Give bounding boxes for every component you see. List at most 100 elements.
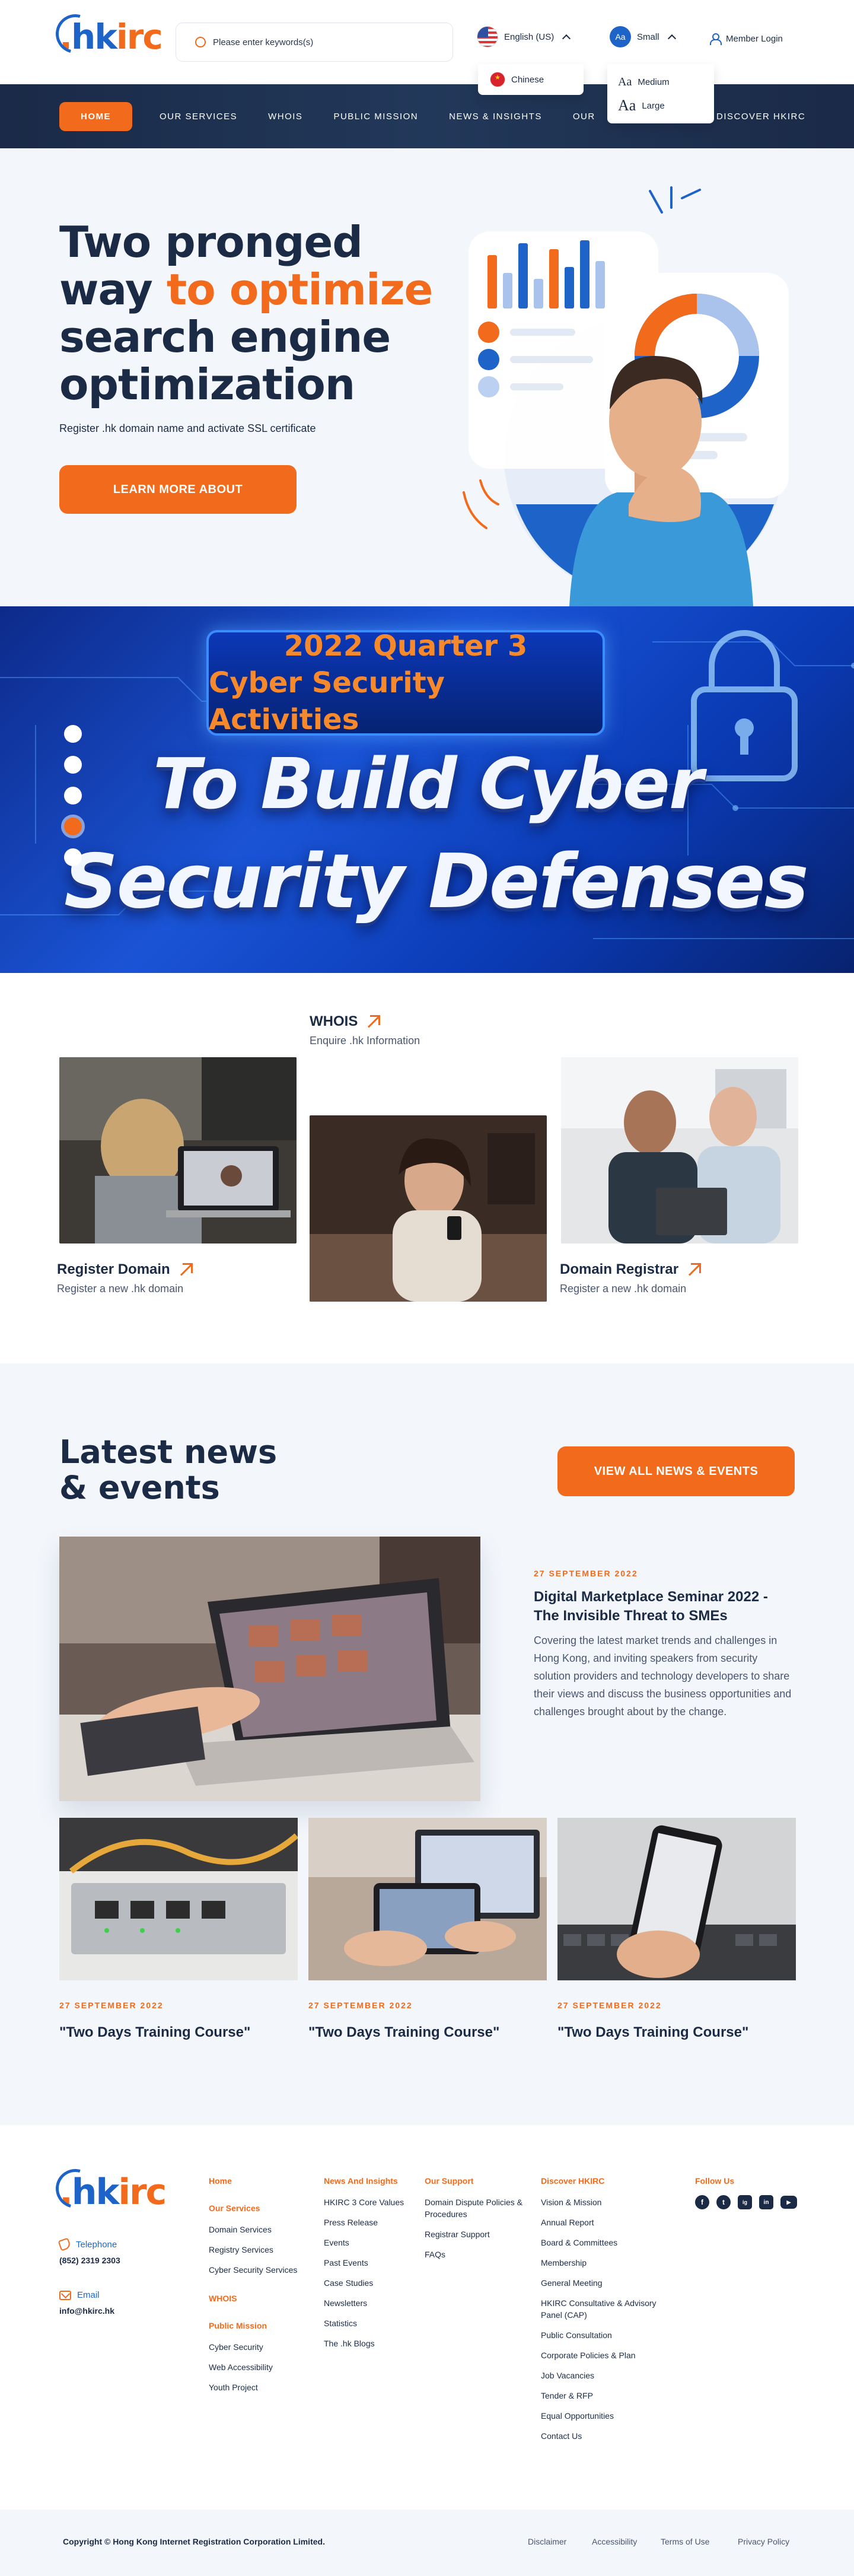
footer-link[interactable]: Statistics [324,2317,419,2329]
hkirc-logo[interactable]: . hk irc [48,7,163,61]
footer-link[interactable]: Press Release [324,2216,419,2228]
footer-head-our-support[interactable]: Our Support [425,2176,531,2186]
footer-link[interactable]: Corporate Policies & Plan [541,2349,677,2361]
twitter-icon[interactable]: t [716,2195,731,2209]
search-input[interactable] [213,37,438,47]
footer-link[interactable]: Youth Project [209,2381,316,2393]
member-login-link[interactable]: Member Login [709,33,783,45]
footer-link[interactable]: The .hk Blogs [324,2338,419,2349]
footer-link[interactable]: Annual Report [541,2216,677,2228]
footer-link[interactable]: Contact Us [541,2430,677,2442]
disclaimer-link[interactable]: Disclaimer [528,2537,566,2546]
banner-quarter-line1: 2022 Quarter 3 [283,629,528,663]
footer-logo[interactable]: . hk irc [48,2161,167,2216]
domain-registrar-photo[interactable] [561,1057,798,1244]
featured-news-title[interactable]: Digital Marketplace Seminar 2022 - The I… [534,1588,795,1626]
view-all-news-button[interactable]: VIEW ALL NEWS & EVENTS [557,1446,795,1496]
footer-link[interactable]: Cyber Security [209,2341,316,2353]
footer-link[interactable]: Cyber Security Services [209,2264,316,2276]
footer-link[interactable]: Registry Services [209,2244,316,2256]
footer-link[interactable]: FAQs [425,2249,531,2260]
banner-dot-2[interactable] [64,756,82,774]
news-card-2[interactable]: 27 SEPTEMBER 2022 "Two Days Training Cou… [308,1818,547,2041]
font-size-option-medium[interactable]: Aa Medium [618,70,703,94]
mail-icon [59,2290,71,2300]
banner-quarter-line2: Cyber Security Activities [209,666,445,736]
footer-link[interactable]: Web Accessibility [209,2361,316,2373]
register-domain-photo[interactable] [59,1057,297,1244]
service-register-domain[interactable]: Register Domain Register a new .hk domai… [57,1261,193,1295]
cyber-security-banner[interactable]: 2022 Quarter 3 Cyber Security Activities… [0,606,854,973]
instagram-icon[interactable]: ig [738,2195,752,2209]
banner-dot-4[interactable] [64,818,82,835]
learn-more-button[interactable]: LEARN MORE ABOUT [59,465,297,514]
footer-link[interactable]: Vision & Mission [541,2196,677,2208]
hero-title-line3: search engine [59,312,391,362]
footer-link[interactable]: Board & Committees [541,2237,677,2249]
footer-head-news-insights[interactable]: News And Insights [324,2176,419,2186]
footer-head-whois[interactable]: WHOIS [209,2294,316,2303]
footer-link[interactable]: Past Events [324,2257,419,2269]
top-header: . hk irc English (US) Chinese Aa Small A… [0,0,854,123]
service-whois[interactable]: WHOIS Enquire .hk Information [310,1013,420,1047]
footer-link[interactable]: Registrar Support [425,2228,531,2240]
nav-our-services[interactable]: Our Services [160,112,237,122]
hero-subtitle: Register .hk domain name and activate SS… [59,422,316,434]
language-dropdown: Chinese [478,64,584,95]
footer-link[interactable]: Domain Services [209,2224,316,2235]
youtube-icon[interactable]: ▶ [780,2196,797,2209]
member-login-label: Member Login [726,33,783,44]
email-value[interactable]: info@hkirc.hk [59,2306,114,2316]
banner-dot-3[interactable] [64,787,82,804]
facebook-icon[interactable]: f [695,2195,709,2209]
footer-link[interactable]: Newsletters [324,2297,419,2309]
nav-whois[interactable]: WHOIS [268,112,302,122]
nav-home[interactable]: Home [59,101,132,131]
quarter-box: 2022 Quarter 3 Cyber Security Activities [206,629,605,736]
font-size-option-large[interactable]: Aa Large [618,94,703,117]
nav-our-support[interactable]: Our [573,112,595,122]
telephone-value[interactable]: (852) 2319 2303 [59,2256,120,2265]
footer-link[interactable]: Membership [541,2257,677,2269]
service-domain-registrar[interactable]: Domain Registrar Register a new .hk doma… [560,1261,702,1295]
language-current: English (US) [504,31,555,42]
footer-link[interactable]: Domain Dispute Policies & Procedures [425,2196,531,2220]
footer-link[interactable]: Events [324,2237,419,2249]
news-card-3[interactable]: 27 SEPTEMBER 2022 "Two Days Training Cou… [557,1818,796,2041]
search-icon[interactable] [195,37,206,47]
accessibility-link[interactable]: Accessibility [592,2537,637,2546]
footer-col-support: Our Support Domain Dispute Policies & Pr… [425,2176,531,2269]
font-label-medium: Medium [638,77,670,87]
news-card-3-date: 27 SEPTEMBER 2022 [557,2001,662,2010]
footer-head-our-services[interactable]: Our Services [209,2203,316,2213]
footer-head-public-mission[interactable]: Public Mission [209,2321,316,2330]
footer-link[interactable]: Case Studies [324,2277,419,2289]
footer-link[interactable]: General Meeting [541,2277,677,2289]
featured-news-photo[interactable] [59,1537,480,1801]
footer-col-1: Home Our Services Domain Services Regist… [209,2176,316,2402]
whois-photo[interactable] [310,1115,547,1302]
nav-news-insights[interactable]: News & Insights [449,112,542,122]
banner-dot-5[interactable] [64,848,82,866]
font-size-selector[interactable]: Aa Small [610,26,676,47]
footer-link[interactable]: HKIRC 3 Core Values [324,2196,419,2208]
footer-link-home[interactable]: Home [209,2176,316,2186]
footer-link[interactable]: Job Vacancies [541,2370,677,2381]
news-section: Latest news & events VIEW ALL NEWS & EVE… [0,1363,854,2125]
footer-link[interactable]: HKIRC Consultative & Advisory Panel (CAP… [541,2297,677,2321]
footer-link[interactable]: Public Consultation [541,2329,677,2341]
language-option-chinese[interactable]: Chinese [511,75,544,85]
news-card-1[interactable]: 27 SEPTEMBER 2022 "Two Days Training Cou… [59,1818,298,2041]
footer-link[interactable]: Equal Opportunities [541,2410,677,2422]
banner-dot-1[interactable] [64,725,82,743]
language-selector[interactable]: English (US) [477,26,571,47]
footer-link[interactable]: Tender & RFP [541,2390,677,2402]
footer-head-discover-hkirc[interactable]: Discover HKIRC [541,2176,677,2186]
terms-of-use-link[interactable]: Terms of Use [661,2537,709,2546]
nav-public-mission[interactable]: Public Mission [333,112,418,122]
nav-discover-hkirc[interactable]: Discover HKIRC [716,112,805,122]
linkedin-icon[interactable]: in [759,2195,773,2209]
news-card-2-date: 27 SEPTEMBER 2022 [308,2001,413,2010]
news-card-1-title: "Two Days Training Course" [59,2024,251,2040]
privacy-policy-link[interactable]: Privacy Policy [738,2537,789,2546]
